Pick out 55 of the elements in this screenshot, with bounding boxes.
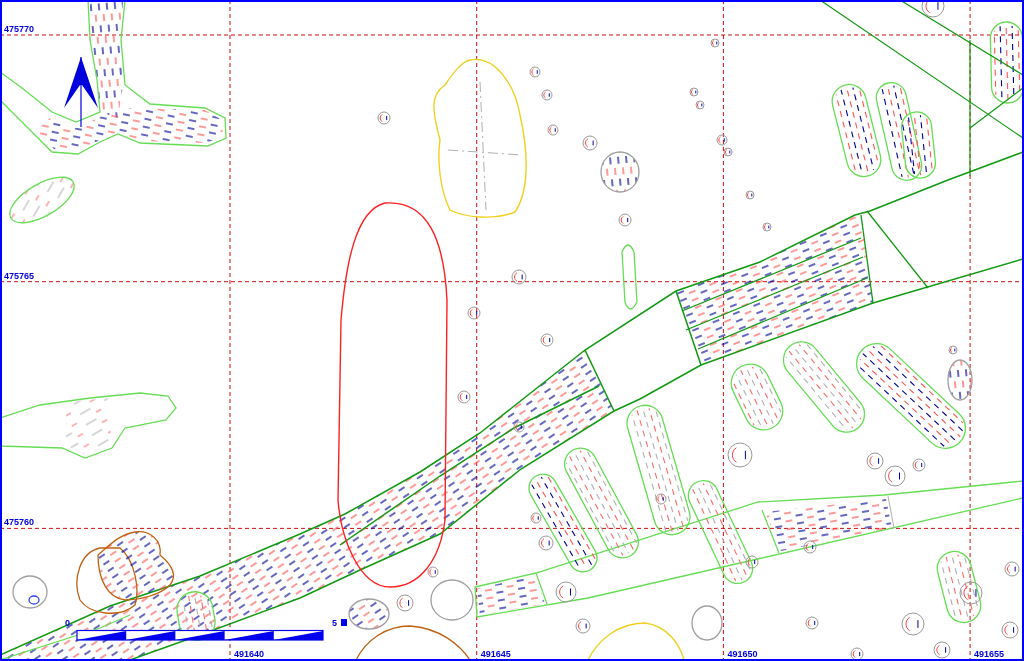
grid-coordinate-label: 475765 bbox=[4, 270, 35, 281]
posthole-outline bbox=[427, 566, 439, 578]
scale-marker-icon bbox=[341, 619, 347, 626]
posthole-outline bbox=[575, 618, 591, 634]
posthole-outline bbox=[933, 641, 951, 659]
posthole-outline bbox=[513, 421, 525, 433]
posthole-outline bbox=[745, 555, 759, 569]
posthole-outline bbox=[530, 512, 542, 524]
posthole-outline bbox=[850, 647, 864, 661]
posthole-outline bbox=[618, 213, 632, 227]
posthole-outline bbox=[655, 493, 667, 505]
posthole-outline bbox=[901, 612, 925, 636]
grid-coordinate-label: 491650 bbox=[727, 649, 758, 659]
posthole-outline bbox=[538, 535, 554, 551]
posthole-outline bbox=[1001, 621, 1019, 639]
posthole-outline bbox=[912, 458, 926, 472]
posthole-outline bbox=[695, 100, 705, 110]
grid-coordinate-label: 491645 bbox=[480, 649, 511, 659]
posthole-outline bbox=[396, 594, 414, 612]
posthole-outline bbox=[866, 452, 884, 470]
pit-outline bbox=[691, 605, 723, 641]
posthole-outline bbox=[377, 111, 391, 125]
posthole-outline bbox=[511, 269, 527, 285]
pit-outline bbox=[600, 151, 640, 193]
posthole-outline bbox=[716, 134, 728, 146]
posthole-outline bbox=[745, 190, 755, 200]
grid-coordinate-label: 475770 bbox=[4, 24, 35, 34]
grid-coordinate-label: 475760 bbox=[4, 517, 35, 528]
posthole-outline bbox=[727, 442, 753, 468]
posthole-outline bbox=[762, 222, 772, 232]
posthole-outline bbox=[948, 345, 958, 355]
posthole-outline bbox=[547, 124, 559, 136]
posthole-outline bbox=[582, 135, 598, 151]
scale-label: 5 bbox=[332, 618, 337, 628]
posthole-outline bbox=[555, 581, 577, 603]
posthole-outline bbox=[541, 89, 553, 101]
posthole-outline bbox=[921, 0, 945, 18]
posthole-outline bbox=[1004, 561, 1020, 577]
posthole-outline bbox=[540, 333, 554, 347]
posthole-outline bbox=[710, 38, 720, 48]
posthole-outline bbox=[803, 540, 817, 554]
north-arrow-icon bbox=[64, 56, 98, 128]
posthole-outline bbox=[457, 390, 471, 404]
posthole-outline bbox=[959, 581, 983, 605]
posthole-outline bbox=[723, 147, 733, 157]
posthole-outline bbox=[529, 66, 541, 78]
grid-coordinate-label: 491640 bbox=[234, 649, 265, 659]
posthole-outline bbox=[884, 465, 906, 487]
pit-outline bbox=[947, 359, 973, 401]
posthole-outline bbox=[467, 306, 481, 320]
posthole-outline bbox=[689, 87, 699, 97]
grid-coordinate-label: 491655 bbox=[974, 649, 1005, 659]
posthole-outline bbox=[805, 616, 819, 630]
scale-label: 0 bbox=[65, 618, 70, 628]
pit-outline bbox=[12, 575, 48, 609]
